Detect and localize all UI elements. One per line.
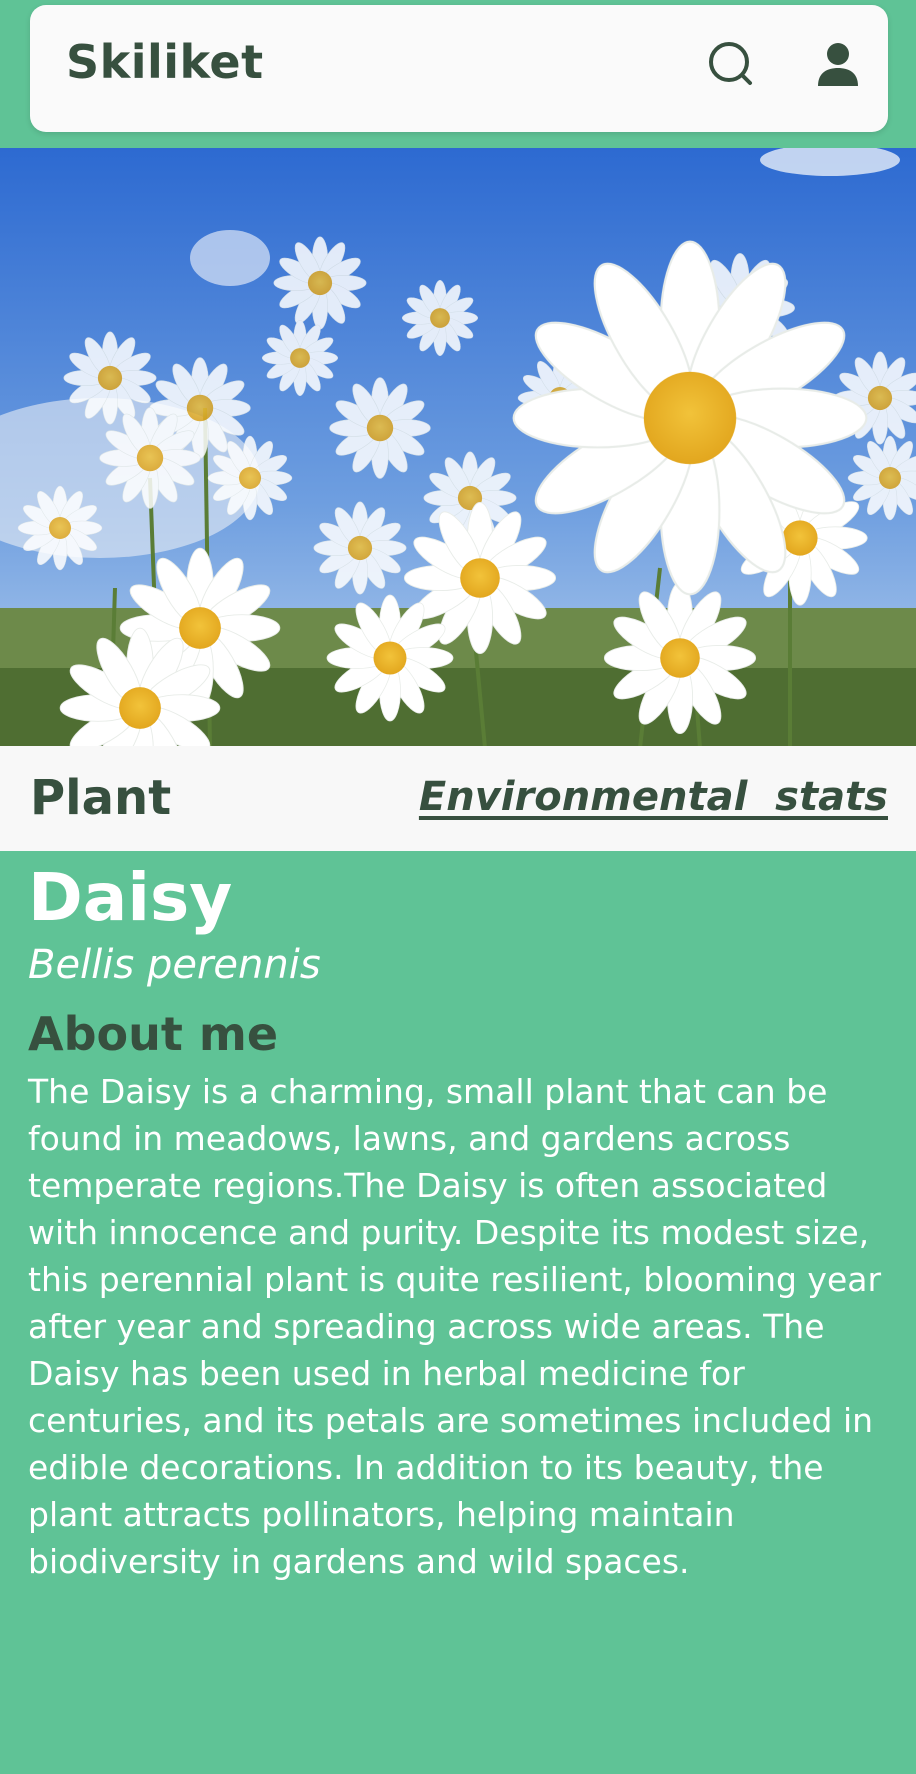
tab-environmental-stats[interactable]: Environmental stats (419, 774, 888, 820)
app-title: Skiliket (66, 35, 264, 89)
account-icon (818, 43, 858, 86)
about-text: The Daisy is a charming, small plant tha… (28, 1072, 882, 1581)
hero-image (0, 148, 916, 746)
search-icon (709, 42, 752, 85)
account-button[interactable] (810, 37, 866, 93)
search-button[interactable] (704, 37, 760, 93)
latin-name: Bellis perennis (28, 942, 321, 988)
app-bar: Skiliket (30, 5, 888, 132)
about-heading: About me (28, 1007, 279, 1061)
plant-name: Daisy (28, 859, 233, 936)
tab-bar: Plant Environmental stats (0, 746, 916, 851)
plant-details: Daisy Bellis perennis About me The Daisy… (28, 858, 894, 1585)
tab-plant[interactable]: Plant (30, 770, 171, 826)
